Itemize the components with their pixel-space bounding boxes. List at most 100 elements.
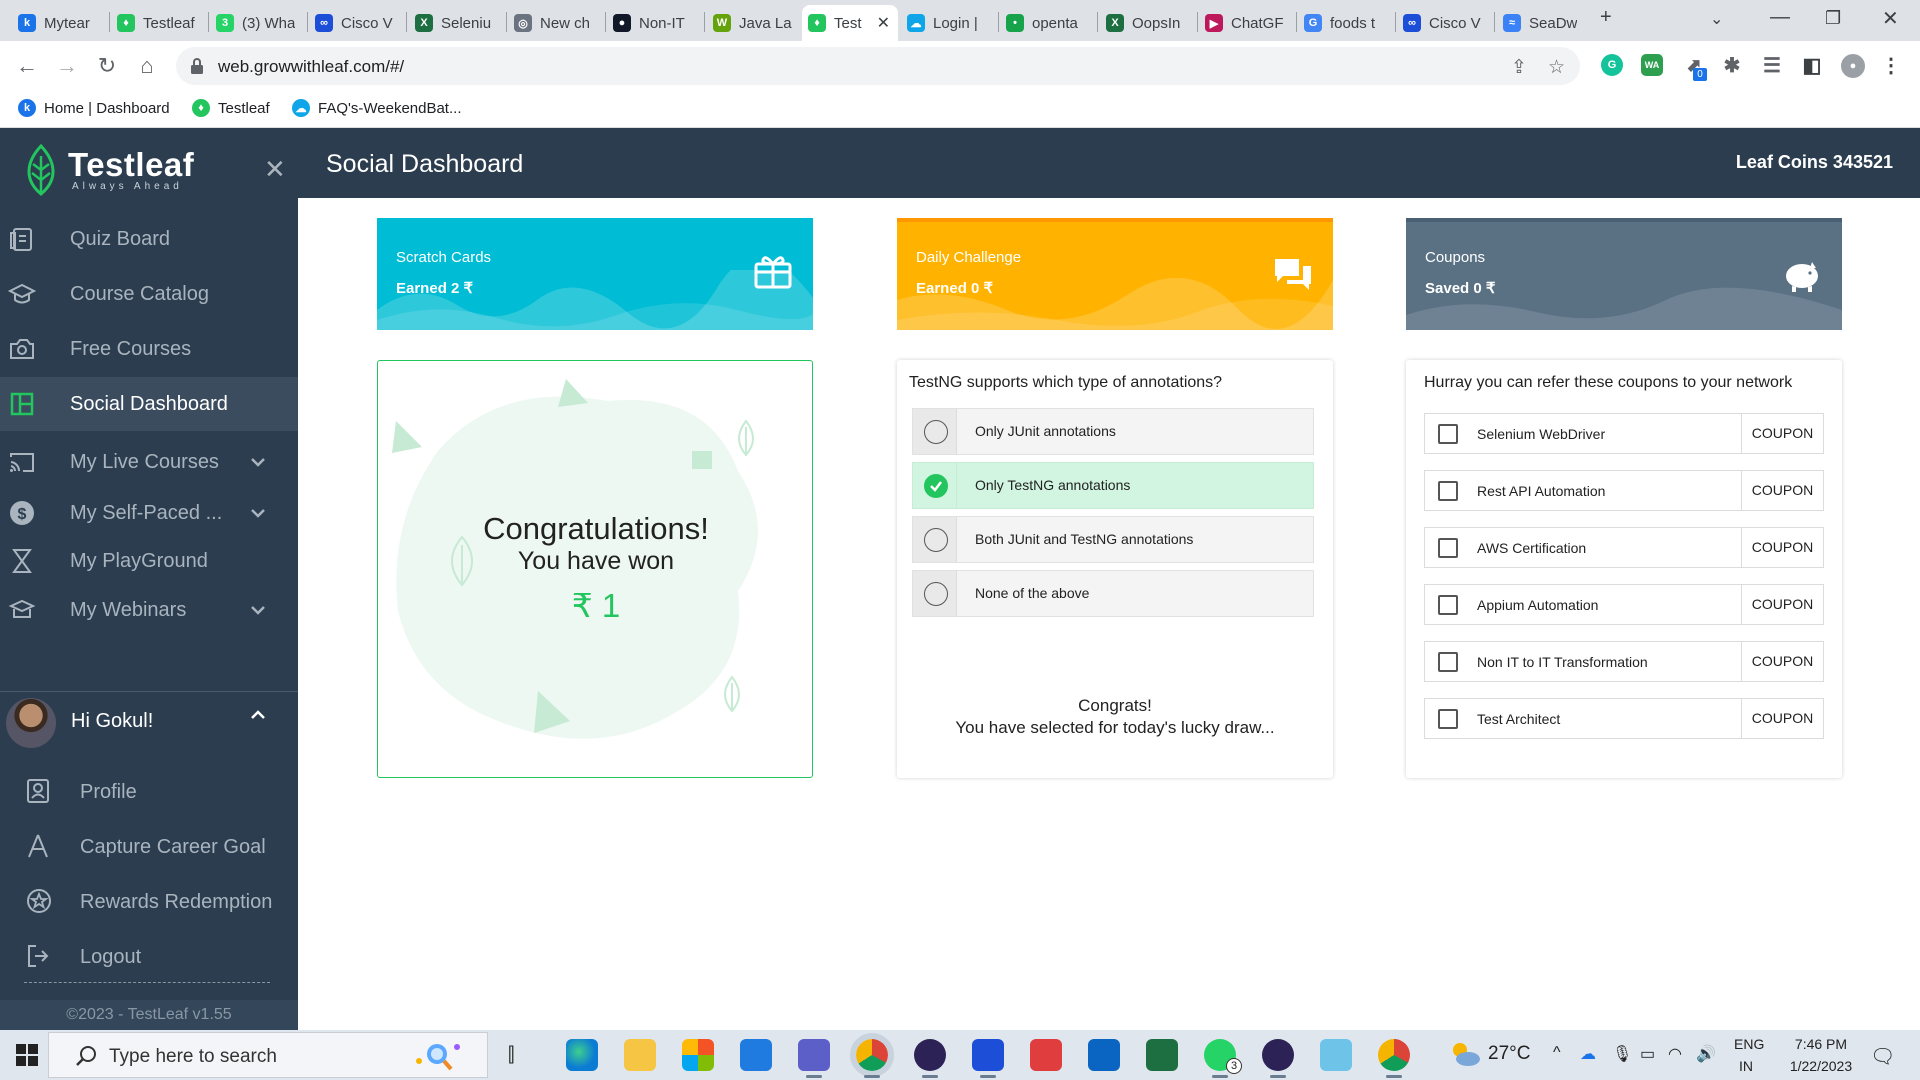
sidebar-item-my-self-paced[interactable]: $ My Self-Paced ...	[0, 486, 298, 540]
browser-tab[interactable]: ▶ ChatGF	[1199, 5, 1295, 41]
browser-tab[interactable]: ☁ Login |	[901, 5, 997, 41]
onedrive-icon[interactable]: ☁	[1580, 1044, 1596, 1064]
puzzle-extensions-icon[interactable]: ✱	[1721, 54, 1743, 77]
radio-button[interactable]	[924, 474, 948, 498]
coupon-button[interactable]: COUPON	[1741, 470, 1823, 511]
address-bar[interactable]: web.growwithleaf.com/#/ ⇪ ☆	[176, 47, 1580, 85]
store-app-icon[interactable]	[682, 1039, 714, 1071]
tab-close-icon[interactable]: ✕	[877, 13, 890, 33]
coupon-checkbox[interactable]	[1438, 652, 1458, 672]
browser-tab[interactable]: ◎ New ch	[508, 5, 604, 41]
browser-tab[interactable]: ≈ SeaDw	[1497, 5, 1587, 41]
volume-icon[interactable]: 🔊	[1696, 1044, 1716, 1064]
edge-app-icon[interactable]	[566, 1039, 598, 1071]
share-icon[interactable]: ⇪	[1511, 56, 1527, 79]
forward-icon[interactable]: →	[52, 51, 82, 81]
media-queue-icon[interactable]: ☰	[1761, 54, 1783, 77]
sidebar-item-social-dashboard[interactable]: Social Dashboard	[0, 377, 298, 431]
coupon-checkbox[interactable]	[1438, 709, 1458, 729]
bookmark-home-dashboard[interactable]: k Home | Dashboard	[18, 99, 170, 117]
daily-challenge-card[interactable]: Daily Challenge Earned 0 ₹	[897, 218, 1333, 330]
coupon-checkbox[interactable]	[1438, 481, 1458, 501]
window-close-icon[interactable]: ✕	[1882, 6, 1899, 31]
language-indicator[interactable]: ENG	[1734, 1036, 1764, 1052]
sidebar-item-my-playground[interactable]: My PlayGround	[0, 534, 298, 588]
task-view-icon[interactable]: ⫿	[508, 1044, 514, 1067]
coupon-button[interactable]: COUPON	[1741, 413, 1823, 454]
quiz-option-selected[interactable]: Only TestNG annotations	[912, 462, 1314, 509]
user-menu-profile[interactable]: Profile	[0, 768, 298, 818]
browser-tab[interactable]: ∞ Cisco V	[309, 5, 405, 41]
browser-tab[interactable]: ● Non-IT	[607, 5, 703, 41]
coupon-checkbox[interactable]	[1438, 538, 1458, 558]
wifi-icon[interactable]: ◠	[1668, 1044, 1682, 1064]
sidebar-item-my-live-courses[interactable]: My Live Courses	[0, 435, 298, 489]
windows-start-icon[interactable]	[16, 1044, 38, 1066]
tab-search-icon[interactable]: ⌄	[1710, 9, 1723, 29]
chevron-down-icon[interactable]	[250, 605, 266, 615]
taskbar-search-input[interactable]: Type here to search	[48, 1032, 488, 1078]
eclipse-app-icon-2[interactable]	[1262, 1039, 1294, 1078]
browser-tab[interactable]: Gfoods t	[1298, 5, 1394, 41]
menu-kebab-icon[interactable]: ⋮	[1880, 54, 1902, 77]
coupon-button[interactable]: COUPON	[1741, 584, 1823, 625]
coupon-button[interactable]: COUPON	[1741, 698, 1823, 739]
webex-app-icon[interactable]	[972, 1039, 1004, 1078]
clock-time[interactable]: 7:46 PM	[1786, 1036, 1856, 1052]
browser-tab-active[interactable]: ♦ Test ✕	[802, 5, 898, 41]
browser-tab[interactable]: ∞ Cisco V	[1397, 5, 1493, 41]
browser-tab[interactable]: • openta	[1000, 5, 1096, 41]
chrome-app-icon[interactable]	[850, 1033, 894, 1078]
chevron-down-icon[interactable]	[250, 508, 266, 518]
teams-app-icon[interactable]	[798, 1039, 830, 1078]
browser-tab[interactable]: ♦ Testleaf	[111, 5, 207, 41]
user-menu-logout[interactable]: Logout	[0, 933, 298, 983]
coupon-checkbox[interactable]	[1438, 595, 1458, 615]
sidebar-close-icon[interactable]: ✕	[264, 154, 286, 185]
reload-icon[interactable]: ↻	[92, 51, 122, 81]
coupon-button[interactable]: COUPON	[1741, 527, 1823, 568]
chrome-app-icon-2[interactable]	[1378, 1039, 1410, 1078]
anydesk-app-icon[interactable]	[1030, 1039, 1062, 1071]
radio-button[interactable]	[924, 528, 948, 552]
outlook-app-icon[interactable]	[1088, 1039, 1120, 1071]
chevron-up-icon[interactable]	[250, 710, 266, 720]
sidebar-item-course-catalog[interactable]: Course Catalog	[0, 267, 298, 321]
bookmark-testleaf[interactable]: ♦ Testleaf	[192, 99, 270, 117]
user-menu-capture-career-goal[interactable]: Capture Career Goal	[0, 823, 298, 873]
excel-app-icon[interactable]	[1146, 1039, 1178, 1071]
sidebar-item-my-webinars[interactable]: My Webinars	[0, 583, 298, 637]
coupon-button[interactable]: COUPON	[1741, 641, 1823, 682]
home-icon[interactable]: ⌂	[132, 51, 162, 81]
wa-extension-icon[interactable]: WA	[1641, 54, 1663, 76]
maximize-icon[interactable]: ❐	[1825, 8, 1841, 29]
mail-app-icon[interactable]	[740, 1039, 772, 1071]
minimize-icon[interactable]: —	[1770, 6, 1790, 29]
sidebar-item-free-courses[interactable]: Free Courses	[0, 322, 298, 376]
radio-button[interactable]	[924, 582, 948, 606]
browser-tab[interactable]: X OopsIn	[1100, 5, 1196, 41]
quiz-option[interactable]: Both JUnit and TestNG annotations	[912, 516, 1314, 563]
profile-avatar-icon[interactable]: ●	[1841, 54, 1865, 78]
quiz-option[interactable]: Only JUnit annotations	[912, 408, 1314, 455]
scratch-cards-card[interactable]: Scratch Cards Earned 2 ₹	[377, 218, 813, 330]
eclipse-app-icon[interactable]	[914, 1039, 946, 1078]
coupons-card[interactable]: Coupons Saved 0 ₹	[1406, 218, 1842, 330]
sidebar-item-quiz-board[interactable]: Quiz Board	[0, 212, 298, 266]
browser-tab[interactable]: k Mytear	[12, 5, 108, 41]
browser-tab[interactable]: W Java La	[707, 5, 799, 41]
battery-icon[interactable]: ▭	[1640, 1044, 1655, 1064]
radio-button[interactable]	[924, 420, 948, 444]
grammarly-extension-icon[interactable]: G	[1601, 54, 1623, 76]
user-menu-toggle[interactable]: Hi Gokul!	[0, 698, 298, 754]
notepad-app-icon[interactable]	[1320, 1039, 1352, 1071]
user-menu-rewards-redemption[interactable]: Rewards Redemption	[0, 878, 298, 928]
bookmark-star-icon[interactable]: ☆	[1548, 56, 1565, 79]
browser-tab[interactable]: X Seleniu	[409, 5, 505, 41]
coupon-checkbox[interactable]	[1438, 424, 1458, 444]
back-icon[interactable]: ←	[12, 51, 42, 81]
tray-overflow-chevron-icon[interactable]: ^	[1553, 1044, 1561, 1062]
bookmark-faq-weekend[interactable]: ☁ FAQ's-WeekendBat...	[292, 99, 461, 117]
notifications-icon[interactable]: 🗨	[1870, 1044, 1895, 1069]
browser-tab[interactable]: 3 (3) Wha	[210, 5, 306, 41]
